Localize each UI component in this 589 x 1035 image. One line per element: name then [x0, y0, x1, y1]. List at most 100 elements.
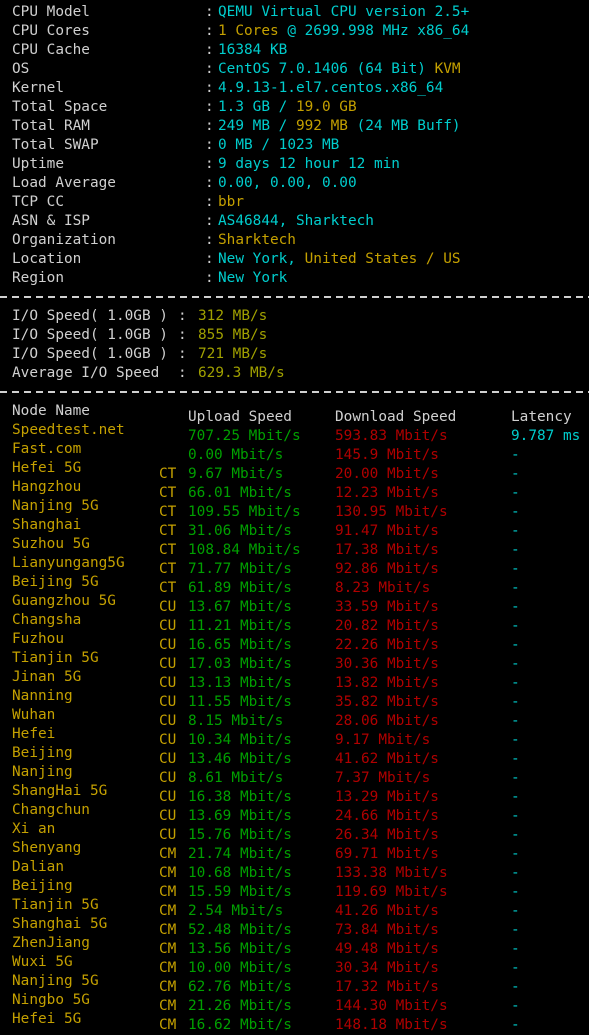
info-colon: : [205, 118, 214, 134]
info-row: Location: New York, United States / US [0, 250, 589, 269]
table-row: Fuzhou CU 16.65 Mbit/s 22.26 Mbit/s - [12, 630, 589, 653]
table-row: Wuxi 5G CM 10.00 Mbit/s 30.34 Mbit/s - [12, 953, 589, 976]
cell-node-name: Xi an [12, 821, 56, 837]
info-value-part: QEMU Virtual CPU version 2.5+ [218, 4, 470, 20]
info-value: CentOS 7.0.1406 (64 Bit) KVM [218, 61, 461, 77]
info-value-part: CentOS 7.0.1406 (64 Bit) [218, 61, 435, 77]
cell-latency: - [511, 1017, 520, 1033]
speedtest-table: Node Name Upload Speed Download Speed Laten… [0, 402, 589, 1033]
table-row: Beijing CU 13.46 Mbit/s 41.62 Mbit/s - [12, 744, 589, 767]
cell-node-name: Changchun [12, 802, 90, 818]
info-label: CPU Model [12, 4, 90, 20]
io-colon: : [178, 346, 187, 362]
info-label: CPU Cores [12, 23, 90, 39]
info-label: Total RAM [12, 118, 90, 134]
info-value: 0 MB / 1023 MB [218, 137, 339, 153]
info-value: Sharktech [218, 232, 296, 248]
cell-node-name: Nanjing 5G [12, 973, 99, 989]
info-value: 1 Cores @ 2699.998 MHz x86_64 [218, 23, 469, 39]
cell-node-name: Hangzhou [12, 479, 82, 495]
table-row: Beijing CM 15.59 Mbit/s 119.69 Mbit/s - [12, 877, 589, 900]
table-row: Ningbo 5G CM 21.26 Mbit/s 144.30 Mbit/s - [12, 991, 589, 1014]
info-colon: : [205, 232, 214, 248]
info-colon: : [205, 270, 214, 286]
cell-node-name: Shenyang [12, 840, 82, 856]
table-row: Tianjin 5G CU 17.03 Mbit/s 30.36 Mbit/s - [12, 649, 589, 672]
io-speed-value: 629.3 MB/s [198, 365, 285, 381]
terminal-window: CPU Model: QEMU Virtual CPU version 2.5+ C… [0, 0, 589, 1033]
info-value: 16384 KB [218, 42, 287, 58]
info-value-part: 4.9.13-1.el7.centos.x86_64 [218, 80, 444, 96]
cell-node-name: Guangzhou 5G [12, 593, 116, 609]
info-colon: : [205, 99, 214, 115]
cell-node-name: Hefei 5G [12, 460, 82, 476]
cell-node-name: Fast.com [12, 441, 82, 457]
info-label: Location [12, 251, 82, 267]
section-divider-2 [0, 383, 589, 402]
cell-node-name: ZhenJiang [12, 935, 90, 951]
info-colon: : [205, 156, 214, 172]
cell-node-name: Suzhou 5G [12, 536, 90, 552]
info-value-part: 1.3 GB [218, 99, 279, 115]
info-label: OS [12, 61, 30, 77]
info-value-part: United States / US [304, 251, 461, 267]
table-row: Hefei 5G CM 16.62 Mbit/s 148.18 Mbit/s - [12, 1010, 589, 1033]
cell-node-name: Shanghai 5G [12, 916, 108, 932]
cell-node-name: Lianyungang5G [12, 555, 125, 571]
io-speed-label: Average I/O Speed [12, 365, 160, 381]
info-label: Organization [12, 232, 116, 248]
info-value: 1.3 GB / 19.0 GB [218, 99, 357, 115]
info-colon: : [205, 251, 214, 267]
info-row: ASN & ISP: AS46844, Sharktech [0, 212, 589, 231]
table-row: Hangzhou CT 66.01 Mbit/s 12.23 Mbit/s - [12, 478, 589, 501]
io-speed-row: Average I/O Speed:629.3 MB/s [0, 364, 589, 383]
info-label: Region [12, 270, 64, 286]
info-value-part: 249 MB [218, 118, 279, 134]
cell-node-name: Wuhan [12, 707, 56, 723]
cell-node-name: Wuxi 5G [12, 954, 73, 970]
info-label: CPU Cache [12, 42, 90, 58]
info-row: CPU Cores:1 Cores @ 2699.998 MHz x86_64 [0, 22, 589, 41]
table-row: Xi an CU 15.76 Mbit/s 26.34 Mbit/s - [12, 820, 589, 843]
info-value-part: 19.0 GB [295, 99, 357, 115]
info-value: AS46844, Sharktech [218, 213, 374, 229]
cell-latency: 9.787 ms [511, 428, 581, 444]
table-row: Nanjing 5G CT 109.55 Mbit/s 130.95 Mbit/s - [12, 497, 589, 520]
info-value-part: @ 2699.998 MHz x86_64 [278, 23, 470, 39]
cell-node-name: Nanjing [12, 764, 73, 780]
info-colon: : [205, 80, 214, 96]
info-value-part: 9 days 12 hour 12 min [218, 156, 400, 172]
info-value: 9 days 12 hour 12 min [218, 156, 400, 172]
info-label: ASN & ISP [12, 213, 90, 229]
info-colon: : [205, 23, 214, 39]
table-row: Wuhan CU 8.15 Mbit/s 28.06 Mbit/s - [12, 706, 589, 729]
cell-download-speed: 148.18 Mbit/s [335, 1017, 448, 1033]
cell-node-name: Speedtest.net [12, 422, 125, 438]
info-value-part: KVM [434, 61, 461, 77]
info-label: Kernel [12, 80, 64, 96]
info-value: New York, United States / US [218, 251, 461, 267]
info-colon: : [205, 61, 214, 77]
info-value-part: New York [218, 270, 288, 286]
table-row: Suzhou 5G CT 108.84 Mbit/s 17.38 Mbit/s - [12, 535, 589, 558]
info-value-part: / [261, 137, 279, 153]
info-row: Load Average:0.00, 0.00, 0.00 [0, 174, 589, 193]
info-value-part: AS46844, Sharktech [218, 213, 374, 229]
cell-isp: CM [159, 1017, 177, 1033]
info-value: QEMU Virtual CPU version 2.5+ [218, 4, 469, 20]
info-label: Total SWAP [12, 137, 99, 153]
info-row: Total SWAP:0 MB / 1023 MB [0, 136, 589, 155]
cell-node-name: Fuzhou [12, 631, 64, 647]
info-value-part: 0.00, 0.00, 0.00 [218, 175, 357, 191]
info-colon: : [205, 4, 214, 20]
info-row: Region: New York [0, 269, 589, 288]
info-value-part: bbr [218, 194, 244, 210]
table-row: Nanjing 5G CM 62.76 Mbit/s 17.32 Mbit/s - [12, 972, 589, 995]
cell-node-name: Beijing [12, 878, 73, 894]
info-value-part: New York, [218, 251, 305, 267]
io-colon: : [178, 308, 187, 324]
cell-node-name: Beijing [12, 745, 73, 761]
info-value-part: 992 MB [295, 118, 348, 134]
cell-node-name: Hefei [12, 726, 56, 742]
table-row: Guangzhou 5G CU 13.67 Mbit/s 33.59 Mbit/s - [12, 592, 589, 615]
